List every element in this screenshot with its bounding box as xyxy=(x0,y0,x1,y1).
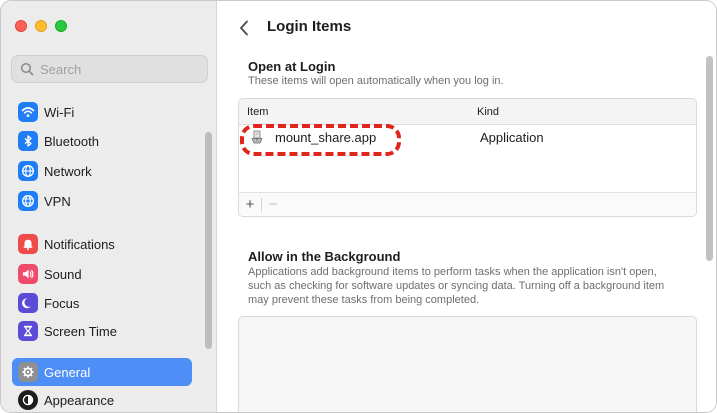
sidebar-item-wifi[interactable]: Wi-Fi xyxy=(12,98,192,126)
script-app-icon xyxy=(249,129,265,145)
sidebar-item-label: General xyxy=(44,364,91,380)
back-button[interactable] xyxy=(236,17,252,39)
item-name: mount_share.app xyxy=(275,129,377,145)
add-item-button[interactable]: + xyxy=(239,194,261,216)
search-field[interactable] xyxy=(11,55,208,83)
gear-icon xyxy=(18,362,38,382)
search-input[interactable] xyxy=(40,61,190,77)
sidebar-item-label: Sound xyxy=(44,266,82,282)
sidebar-item-label: Screen Time xyxy=(44,323,117,339)
sidebar-item-focus[interactable]: Focus xyxy=(12,289,192,317)
sidebar-item-bluetooth[interactable]: Bluetooth xyxy=(12,127,192,155)
column-header-item[interactable]: Item xyxy=(247,106,268,118)
sidebar-item-sound[interactable]: Sound xyxy=(12,260,192,288)
remove-item-button[interactable]: − xyxy=(262,194,284,216)
sidebar-item-vpn[interactable]: VPN xyxy=(12,187,192,215)
sidebar-item-general[interactable]: General xyxy=(12,358,192,386)
open-at-login-title: Open at Login xyxy=(248,59,336,74)
globe-icon xyxy=(18,161,38,181)
sidebar-item-label: Wi-Fi xyxy=(44,104,75,120)
bluetooth-icon xyxy=(18,131,38,151)
chevron-left-icon xyxy=(240,20,248,36)
sidebar-scrollbar[interactable] xyxy=(205,132,212,349)
background-title: Allow in the Background xyxy=(248,249,401,264)
close-button[interactable] xyxy=(15,20,27,32)
wifi-icon xyxy=(18,102,38,122)
appearance-icon xyxy=(18,390,38,410)
sidebar-item-appearance[interactable]: Appearance xyxy=(12,386,192,412)
login-items-table: Item Kind mount_share.app Application + … xyxy=(238,98,697,217)
sidebar-item-screen-time[interactable]: Screen Time xyxy=(12,317,192,345)
sidebar-item-label: Focus xyxy=(44,295,80,311)
search-icon xyxy=(20,62,34,76)
bell-icon xyxy=(18,234,38,254)
sidebar-item-label: Bluetooth xyxy=(44,133,99,149)
item-kind: Application xyxy=(480,129,544,145)
speaker-icon xyxy=(18,264,38,284)
table-toolbar: + − xyxy=(239,192,696,216)
sidebar-item-label: VPN xyxy=(44,193,71,209)
column-header-kind[interactable]: Kind xyxy=(477,106,499,118)
main-scrollbar[interactable] xyxy=(706,56,713,261)
sidebar-item-notifications[interactable]: Notifications xyxy=(12,230,192,258)
vpn-globe-icon xyxy=(18,191,38,211)
sidebar: Wi-Fi Bluetooth Network VPN xyxy=(1,1,217,412)
sidebar-item-label: Appearance xyxy=(44,392,115,408)
table-row[interactable]: mount_share.app Application xyxy=(239,125,696,149)
main-content: Login Items Open at Login These items wi… xyxy=(218,1,716,412)
table-header: Item Kind xyxy=(239,99,696,125)
sidebar-item-label: Network xyxy=(44,163,92,179)
background-description: Applications add background items to per… xyxy=(248,266,665,306)
moon-icon xyxy=(18,293,38,313)
open-at-login-description: These items will open automatically when… xyxy=(248,75,504,87)
sidebar-item-label: Notifications xyxy=(44,236,115,252)
window-controls xyxy=(15,20,67,32)
background-items-list xyxy=(238,316,697,412)
hourglass-icon xyxy=(18,321,38,341)
settings-window: Wi-Fi Bluetooth Network VPN xyxy=(0,0,717,413)
page-title: Login Items xyxy=(267,18,352,35)
item-cell: mount_share.app xyxy=(249,129,376,145)
zoom-button[interactable] xyxy=(55,20,67,32)
sidebar-item-network[interactable]: Network xyxy=(12,157,192,185)
minimize-button[interactable] xyxy=(35,20,47,32)
